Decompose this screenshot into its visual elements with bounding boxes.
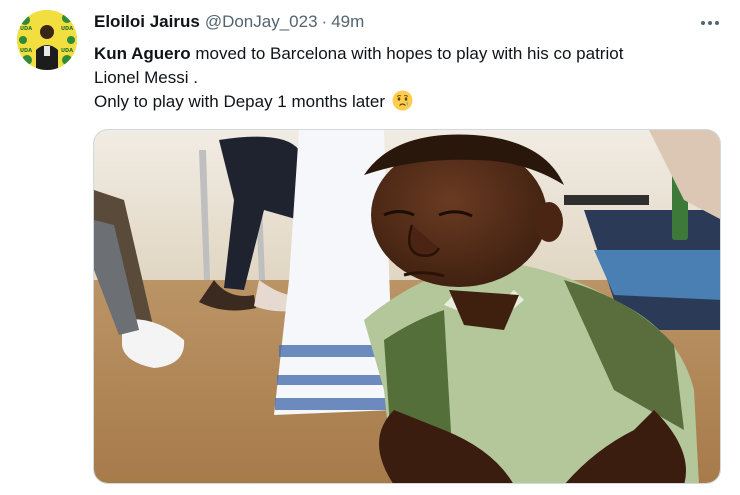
tweet-photo[interactable] (93, 129, 721, 484)
tweet-text-line-2: Lionel Messi . (94, 68, 198, 87)
svg-text:UDA: UDA (20, 26, 32, 32)
crying-face-emoji-icon (392, 90, 413, 111)
mention-name: Kun Aguero (94, 44, 191, 63)
svg-text:UDA: UDA (61, 48, 73, 54)
tweet-text-line-1: Kun Aguero moved to Barcelona with hopes… (94, 42, 714, 66)
tweet-header: Eloiloi Jairus @DonJay_023 · 49m (94, 12, 364, 36)
more-options-icon[interactable] (697, 14, 723, 32)
avatar-image: UDA UDA UDA UDA (17, 10, 77, 70)
tweet-text: Kun Aguero moved to Barcelona with hopes… (94, 42, 714, 114)
photo-image (94, 130, 720, 483)
author-handle[interactable]: @DonJay_023 (205, 12, 318, 32)
svg-text:UDA: UDA (20, 48, 32, 54)
line3-text: Only to play with Depay 1 months later (94, 92, 386, 111)
separator-dot: · (321, 12, 328, 31)
svg-text:UDA: UDA (61, 26, 73, 32)
timestamp[interactable]: 49m (331, 12, 364, 32)
author-display-name[interactable]: Eloiloi Jairus (94, 12, 200, 32)
avatar[interactable]: UDA UDA UDA UDA (17, 10, 77, 70)
line1-rest: moved to Barcelona with hopes to play wi… (190, 44, 624, 63)
tweet[interactable]: UDA UDA UDA UDA Eloiloi Jairus @DonJay_023… (0, 0, 740, 495)
tweet-text-line-3: Only to play with Depay 1 months later (94, 90, 714, 114)
